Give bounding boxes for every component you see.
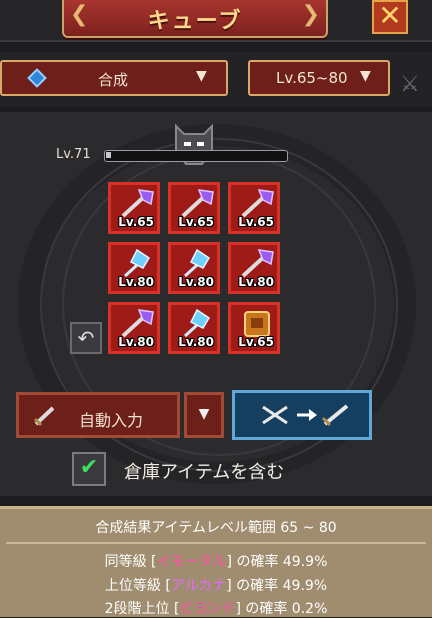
page-title: キューブ: [147, 9, 243, 34]
item-level: Lv.65: [238, 335, 274, 349]
item-slot[interactable]: Lv.80: [168, 302, 220, 354]
cube-level-label: Lv.71: [56, 147, 91, 162]
item-level: Lv.65: [238, 215, 274, 229]
selector-row: 合成 ▼ Lv.65~80 ▼ ⚔: [0, 52, 432, 106]
chevron-down-icon: ▼: [196, 68, 207, 84]
demon-head-icon: [175, 124, 213, 165]
auto-fill-dropdown-button[interactable]: ▼: [184, 392, 224, 438]
chevron-down-icon: ▼: [198, 406, 210, 422]
item-slot[interactable]: Lv.80: [108, 302, 160, 354]
item-level: Lv.80: [118, 275, 154, 289]
close-button[interactable]: ✕: [372, 0, 408, 34]
item-slot[interactable]: Lv.65: [228, 302, 280, 354]
sword-icon: [33, 406, 55, 427]
checkmark-icon: ✔: [79, 455, 99, 480]
item-slot[interactable]: Lv.65: [108, 182, 160, 234]
info-divider: [6, 542, 426, 544]
grade-name: イモータル: [156, 554, 227, 570]
include-storage-label: 倉庫アイテムを含む: [124, 462, 285, 483]
undo-arrow-icon: ↶: [77, 326, 95, 350]
combine-button[interactable]: [232, 390, 372, 440]
probability-prefix: 2段階上位 [: [104, 601, 180, 617]
level-range-dropdown[interactable]: Lv.65~80 ▼: [248, 60, 390, 96]
item-slot[interactable]: Lv.65: [228, 182, 280, 234]
probability-suffix: ] の確率 49.9%: [226, 554, 328, 570]
cube-level-bar: [104, 150, 288, 162]
item-level: Lv.80: [238, 275, 274, 289]
probability-prefix: 同等級 [: [104, 554, 157, 570]
undo-button[interactable]: ↶: [70, 322, 102, 354]
item-slot[interactable]: Lv.80: [168, 242, 220, 294]
item-level: Lv.65: [178, 215, 214, 229]
probability-suffix: ] の確率 0.2%: [235, 601, 328, 617]
mode-dropdown-label: 合成: [98, 71, 129, 89]
probability-line: 同等級 [イモータル] の確率 49.9%: [0, 551, 432, 571]
auto-fill-label: 自動入力: [79, 411, 144, 430]
item-level: Lv.80: [178, 335, 214, 349]
item-slot[interactable]: Lv.80: [108, 242, 160, 294]
cube-level-bar-fill: [106, 152, 112, 158]
probability-line: 2段階上位 [ビヨンド] の確率 0.2%: [0, 598, 432, 618]
grade-name: ビヨンド: [179, 601, 236, 617]
mode-dropdown[interactable]: 合成 ▼: [0, 60, 228, 96]
chevron-right-icon: ❯: [301, 2, 320, 27]
chevron-down-icon: ▼: [360, 68, 371, 84]
item-level: Lv.65: [118, 215, 154, 229]
include-storage-checkbox[interactable]: ✔: [72, 452, 106, 486]
grade-name: アルカナ: [170, 578, 227, 594]
item-level: Lv.80: [118, 335, 154, 349]
result-info-box: 合成結果アイテムレベル範囲 65 ~ 80 同等級 [イモータル] の確率 49…: [0, 506, 432, 617]
item-level: Lv.80: [178, 275, 214, 289]
crossed-swords-icon: ⚔: [400, 72, 420, 97]
level-range-label: Lv.65~80: [276, 69, 348, 87]
combine-icon: [262, 404, 349, 427]
result-level-range: 合成結果アイテムレベル範囲 65 ~ 80: [95, 520, 337, 536]
close-icon: ✕: [378, 0, 402, 32]
item-slot[interactable]: Lv.65: [168, 182, 220, 234]
auto-fill-button[interactable]: 自動入力: [16, 392, 180, 438]
blue-gem-icon: [27, 68, 47, 88]
probability-prefix: 上位等級 [: [104, 578, 171, 594]
title-banner: ❮ キューブ ❯: [62, 0, 328, 38]
item-slot[interactable]: Lv.80: [228, 242, 280, 294]
probability-suffix: ] の確率 49.9%: [226, 578, 328, 594]
probability-line: 上位等級 [アルカナ] の確率 49.9%: [0, 575, 432, 595]
